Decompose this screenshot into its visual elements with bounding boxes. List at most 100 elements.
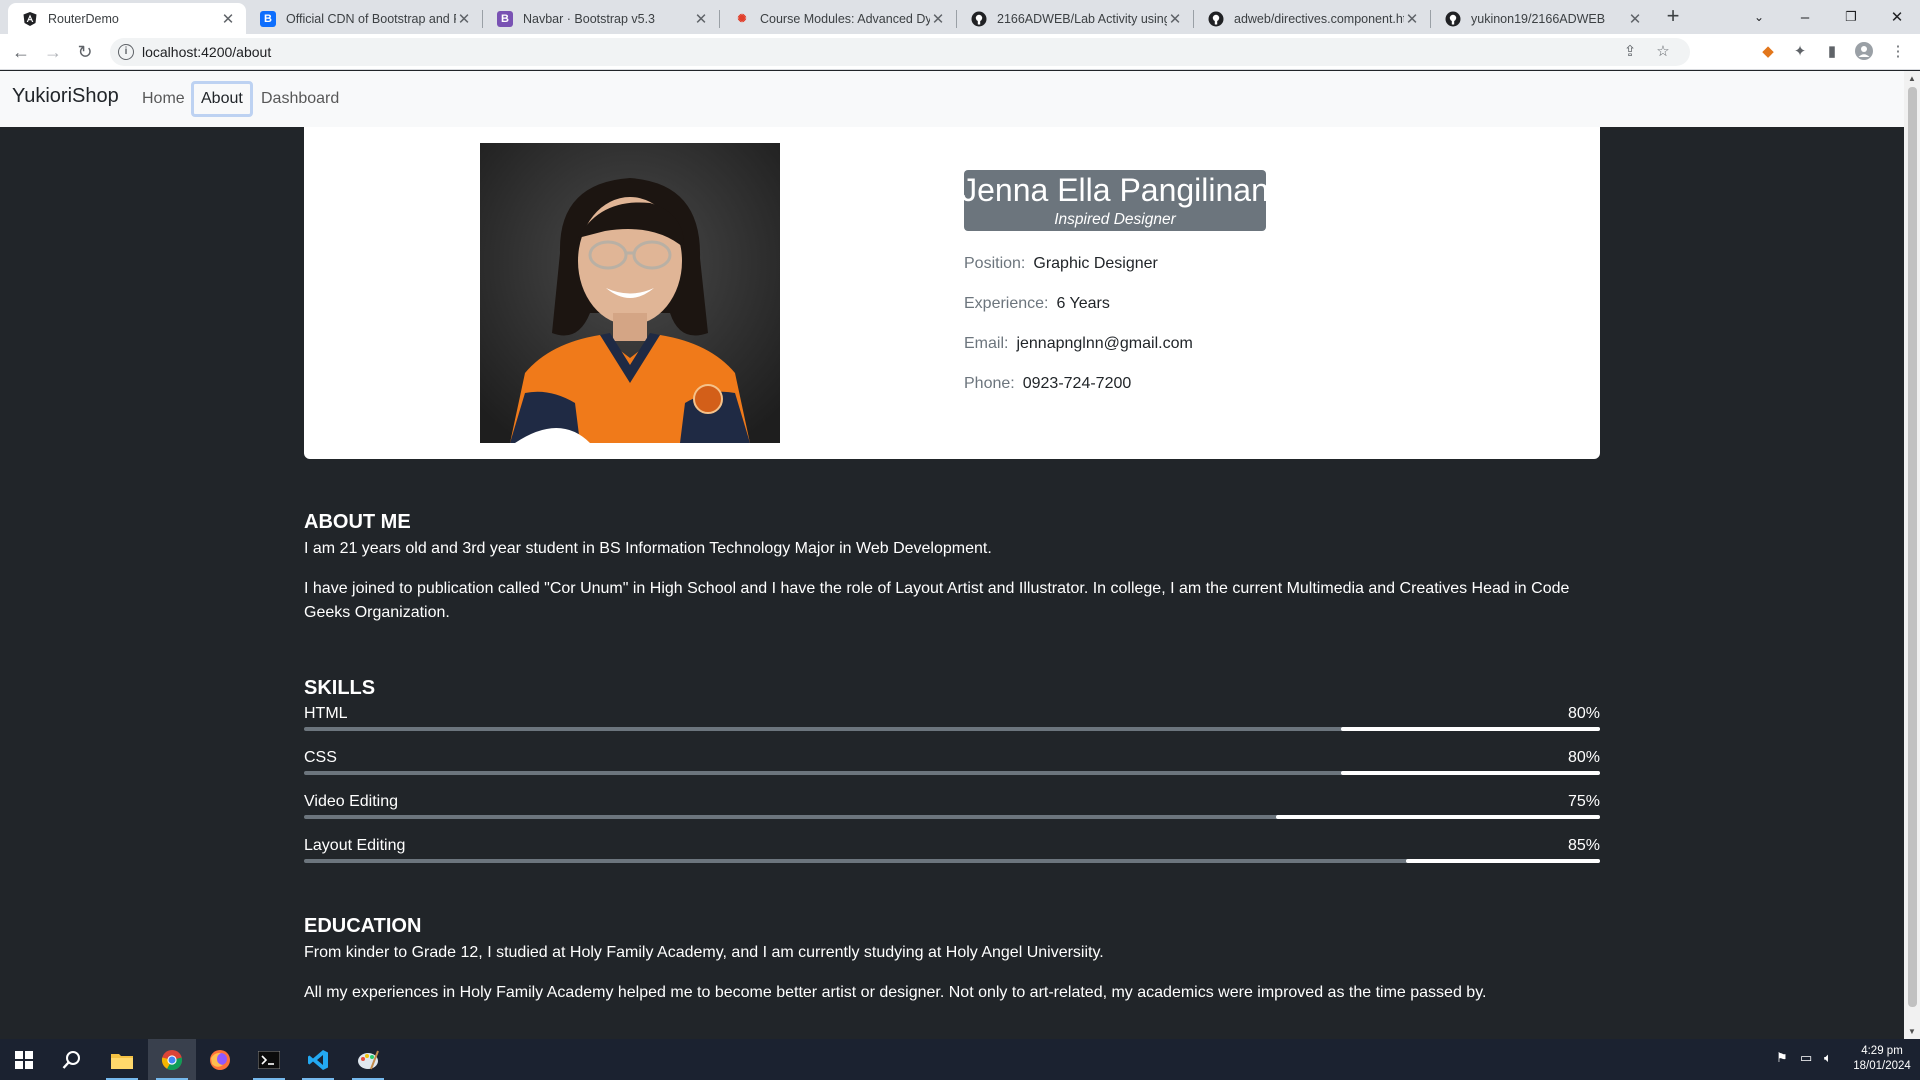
new-tab-icon[interactable]: + (1662, 5, 1684, 27)
page-viewport: YukioriShop Home About Dashboard Jenna E… (0, 71, 1904, 1039)
skill-row-layout-editing: Layout Editing 85% (304, 837, 1600, 867)
skill-row-css: CSS 80% (304, 749, 1600, 779)
github-icon (971, 11, 987, 27)
restore-icon[interactable]: ❐ (1828, 0, 1874, 34)
skill-name: HTML (304, 705, 348, 722)
language-icon[interactable]: ⚑ (1776, 1050, 1788, 1066)
skill-percent: 80% (1567, 749, 1600, 766)
info-row-experience: Experience: 6 Years (964, 295, 1110, 313)
side-panel-icon[interactable]: ▮ (1822, 42, 1842, 62)
skill-progress-fill (1276, 815, 1600, 819)
start-windows-icon[interactable] (0, 1039, 48, 1080)
skills-heading: SKILLS (304, 677, 376, 699)
profile-photo (480, 143, 780, 443)
skill-row-video-editing: Video Editing 75% (304, 793, 1600, 823)
address-bar[interactable]: i localhost:4200/about ⇪ ☆ (110, 38, 1690, 66)
close-tab-icon[interactable]: ✕ (456, 10, 472, 28)
close-tab-icon[interactable]: ✕ (693, 10, 709, 28)
profile-tagline: Inspired Designer (1054, 211, 1176, 228)
info-row-email: Email: jennapnglnn@gmail.com (964, 335, 1193, 353)
bookmark-star-icon[interactable]: ☆ (1653, 42, 1673, 62)
tab-title: yukinon19/2166ADWEB (1471, 11, 1606, 26)
bootstrapcdn-icon: B (260, 10, 276, 27)
close-tab-icon[interactable]: ✕ (930, 10, 946, 28)
back-icon[interactable]: ← (10, 41, 32, 63)
volume-icon[interactable]: 🔈︎ (1824, 1050, 1832, 1066)
share-icon[interactable]: ⇪ (1620, 42, 1640, 62)
nav-link-home[interactable]: Home (132, 81, 195, 117)
info-value: jennapnglnn@gmail.com (1016, 335, 1193, 352)
forward-icon[interactable]: → (42, 41, 64, 63)
page-scrollbar[interactable]: ▲ ▼ (1904, 71, 1920, 1039)
site-info-icon[interactable]: i (118, 44, 134, 60)
info-label: Phone: (964, 375, 1015, 392)
info-label: Email: (964, 335, 1009, 352)
profile-card: Jenna Ella Pangilinan Inspired Designer … (304, 127, 1600, 459)
terminal-icon[interactable] (245, 1039, 293, 1080)
info-label: Position: (964, 255, 1026, 272)
nav-link-dashboard[interactable]: Dashboard (251, 81, 349, 117)
close-tab-icon[interactable]: ✕ (1167, 10, 1183, 28)
education-section: EDUCATION From kinder to Grade 12, I stu… (304, 915, 1600, 1025)
close-tab-icon[interactable]: ✕ (220, 10, 236, 28)
close-window-icon[interactable]: ✕ (1874, 0, 1920, 34)
education-paragraph: All my experiences in Holy Family Academ… (304, 984, 1487, 1001)
clock-time: 4:29 pm (1861, 1045, 1903, 1057)
paint-app-icon[interactable] (344, 1039, 392, 1080)
browser-tab[interactable]: B Navbar · Bootstrap v5.3 ✕ (483, 3, 719, 34)
clock-date: 18/01/2024 (1853, 1060, 1911, 1072)
tab-search-icon[interactable]: ⌄ (1736, 0, 1782, 34)
browser-tab[interactable]: RouterDemo ✕ (8, 3, 246, 34)
navbar-brand[interactable]: YukioriShop (12, 85, 119, 108)
reload-icon[interactable]: ↻ (74, 41, 96, 63)
scroll-down-icon[interactable]: ▼ (1907, 1027, 1917, 1036)
profile-name: Jenna Ella Pangilinan (964, 172, 1266, 208)
browser-menu-icon[interactable]: ⋮ (1888, 42, 1908, 62)
info-value: 6 Years (1056, 295, 1110, 312)
scrollbar-thumb[interactable] (1908, 87, 1917, 1007)
skill-percent: 85% (1567, 837, 1600, 854)
firefox-icon[interactable] (196, 1039, 244, 1080)
close-tab-icon[interactable]: ✕ (1404, 10, 1420, 28)
about-heading: ABOUT ME (304, 511, 411, 533)
minimize-icon[interactable]: – (1782, 0, 1828, 34)
scroll-up-icon[interactable]: ▲ (1907, 74, 1917, 83)
browser-toolbar: ← → ↻ i localhost:4200/about ⇪ ☆ ◆ ✦ ▮ ⋮ (0, 34, 1920, 70)
tab-title: Navbar · Bootstrap v5.3 (523, 11, 656, 26)
name-banner: Jenna Ella Pangilinan Inspired Designer (964, 170, 1266, 231)
vscode-icon[interactable] (294, 1039, 342, 1080)
browser-tab[interactable]: ✺ Course Modules: Advanced Dynamic ✕ (720, 3, 956, 34)
about-paragraph: I have joined to publication called "Cor… (304, 580, 1570, 621)
network-icon[interactable]: ▭ (1800, 1050, 1812, 1066)
github-icon (1445, 11, 1461, 27)
metamask-extension-icon[interactable]: ◆ (1758, 42, 1778, 62)
skill-progress-fill (1340, 771, 1600, 775)
skills-section: SKILLS HTML 80% CSS 80% Video Editing 75… (304, 677, 1600, 863)
about-paragraph: I am 21 years old and 3rd year student i… (304, 540, 992, 557)
info-value: Graphic Designer (1033, 255, 1158, 272)
canvas-icon: ✺ (737, 13, 747, 25)
browser-tab[interactable]: yukinon19/2166ADWEB ✕ (1431, 3, 1653, 34)
nav-link-about[interactable]: About (191, 81, 253, 117)
file-explorer-icon[interactable] (98, 1039, 146, 1080)
skill-row-html: HTML 80% (304, 705, 1600, 735)
skill-progress-fill (1340, 727, 1600, 731)
education-paragraph: From kinder to Grade 12, I studied at Ho… (304, 944, 1104, 961)
system-clock[interactable]: 4:29 pm 18/01/2024 (1852, 1044, 1912, 1074)
search-icon[interactable] (48, 1039, 96, 1080)
tab-title: 2166ADWEB/Lab Activity using Bootstrap (997, 11, 1167, 26)
skill-progress-track (304, 815, 1600, 819)
info-label: Experience: (964, 295, 1049, 312)
extensions-puzzle-icon[interactable]: ✦ (1790, 42, 1810, 62)
app-navbar: YukioriShop Home About Dashboard (0, 71, 1904, 127)
chrome-icon[interactable] (148, 1039, 196, 1080)
profile-avatar-icon[interactable] (1854, 42, 1874, 62)
angular-icon (22, 11, 38, 27)
close-tab-icon[interactable]: ✕ (1627, 10, 1643, 28)
browser-tab[interactable]: 2166ADWEB/Lab Activity using Bootstrap ✕ (957, 3, 1193, 34)
browser-tab[interactable]: adweb/directives.component.html ✕ (1194, 3, 1430, 34)
browser-tab[interactable]: B Official CDN of Bootstrap and Font Awe… (246, 3, 482, 34)
skill-name: CSS (304, 749, 337, 766)
skill-progress-track (304, 859, 1600, 863)
browser-tab-strip: RouterDemo ✕ B Official CDN of Bootstrap… (0, 0, 1920, 34)
